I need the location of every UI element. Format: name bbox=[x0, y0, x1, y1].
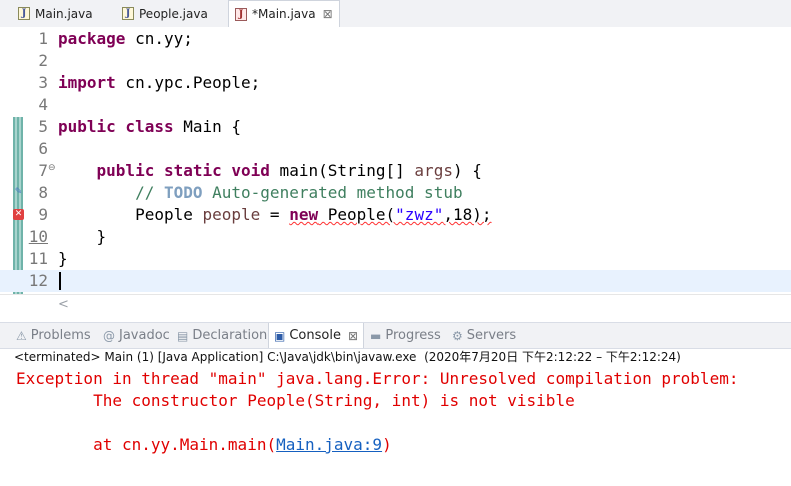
code-text: public static void main(String[] args) { bbox=[96, 161, 482, 180]
tab-javadoc[interactable]: @ Javadoc bbox=[103, 323, 170, 348]
tab-label: *Main.java bbox=[252, 7, 316, 21]
code-line: 5 public class Main { bbox=[0, 116, 791, 138]
console-output-line: Exception in thread "main" java.lang.Err… bbox=[16, 369, 749, 388]
view-tab-bar: ⚠ Problems @ Javadoc ▤ Declaration ▣ Con… bbox=[0, 322, 791, 349]
console-icon: ▣ bbox=[274, 328, 286, 343]
line-number: 10 bbox=[28, 227, 48, 246]
java-file-error-icon: J bbox=[235, 7, 247, 21]
code-line: ✎ 8 // TODO Auto-generated method stub bbox=[0, 182, 791, 204]
java-file-icon: J bbox=[122, 7, 134, 20]
code-line: 4 bbox=[0, 94, 791, 116]
code-text: public class Main { bbox=[58, 117, 242, 136]
line-number: 4 bbox=[38, 95, 48, 114]
line-number: 3 bbox=[38, 73, 48, 92]
close-icon[interactable]: ⊠ bbox=[323, 7, 333, 21]
tab-label: Servers bbox=[466, 328, 517, 343]
code-text: People people = new People("zwz",18); bbox=[135, 205, 492, 224]
tab-people-java[interactable]: J People.java bbox=[122, 0, 208, 27]
tab-main-java[interactable]: J Main.java bbox=[18, 0, 93, 27]
code-line: 6 bbox=[0, 138, 791, 160]
code-line: ✕ 9 People people = new People("zwz",18)… bbox=[0, 204, 791, 226]
code-text: } bbox=[58, 227, 107, 246]
code-line: 11 } bbox=[0, 248, 791, 270]
code-text: import cn.ypc.People; bbox=[58, 73, 261, 92]
tab-label: Console bbox=[289, 328, 341, 343]
code-line: 10 } bbox=[0, 226, 791, 248]
servers-icon: ⚙ bbox=[452, 328, 463, 343]
declaration-icon: ▤ bbox=[177, 328, 189, 343]
line-number: 5 bbox=[38, 117, 48, 136]
tab-console[interactable]: ▣ Console ⊠ bbox=[268, 323, 365, 348]
line-number: 1 bbox=[38, 29, 48, 48]
line-number: 6 bbox=[38, 139, 48, 158]
tab-declaration[interactable]: ▤ Declaration bbox=[177, 323, 267, 348]
tab-label: Progress bbox=[385, 328, 441, 343]
code-line-current: 12 bbox=[0, 270, 791, 292]
code-text: } bbox=[58, 249, 68, 268]
line-number: 2 bbox=[38, 51, 48, 70]
at-icon: @ bbox=[103, 328, 115, 343]
stack-trace-link[interactable]: Main.java:9 bbox=[276, 435, 382, 454]
code-line: 2 bbox=[0, 50, 791, 72]
tab-servers[interactable]: ⚙ Servers bbox=[452, 323, 516, 348]
console-output-line: The constructor People(String, int) is n… bbox=[16, 391, 575, 410]
tab-progress[interactable]: ▬ Progress bbox=[370, 323, 441, 348]
line-number: 9 bbox=[38, 205, 48, 224]
console-output-line: at cn.yy.Main.main(Main.java:9) bbox=[16, 435, 392, 454]
progress-icon: ▬ bbox=[370, 328, 382, 343]
tab-main-java-modified[interactable]: J *Main.java ⊠ bbox=[228, 0, 340, 27]
text-cursor bbox=[59, 272, 61, 290]
line-number: 8 bbox=[38, 183, 48, 202]
code-text: // TODO Auto-generated method stub bbox=[135, 183, 463, 202]
tab-label: Problems bbox=[30, 328, 91, 343]
tab-label: Main.java bbox=[35, 6, 93, 21]
code-editor[interactable]: 1 package cn.yy; 2 3 import cn.ypc.Peopl… bbox=[0, 27, 791, 316]
problems-icon: ⚠ bbox=[16, 328, 27, 343]
line-number: 11 bbox=[28, 249, 48, 268]
fold-icon[interactable]: ⊖ bbox=[48, 163, 56, 173]
java-file-icon: J bbox=[18, 7, 30, 20]
tab-label: People.java bbox=[139, 6, 208, 21]
tab-label: Declaration bbox=[192, 328, 268, 343]
code-line: 1 package cn.yy; bbox=[0, 28, 791, 50]
close-icon[interactable]: ⊠ bbox=[348, 329, 358, 343]
tab-problems[interactable]: ⚠ Problems bbox=[16, 323, 91, 348]
line-number: 7 bbox=[38, 161, 48, 180]
scroll-left-icon[interactable]: < bbox=[58, 297, 69, 312]
line-number: 12 bbox=[28, 271, 48, 290]
horizontal-scrollbar[interactable]: < bbox=[0, 294, 791, 316]
tab-label: Javadoc bbox=[119, 328, 170, 343]
code-text: package cn.yy; bbox=[58, 29, 193, 48]
code-line: 3 import cn.ypc.People; bbox=[0, 72, 791, 94]
console-header: <terminated> Main (1) [Java Application]… bbox=[14, 350, 681, 364]
editor-tab-bar: J Main.java J People.java J *Main.java ⊠ bbox=[0, 0, 791, 28]
code-line: 7 ⊖ public static void main(String[] arg… bbox=[0, 160, 791, 182]
